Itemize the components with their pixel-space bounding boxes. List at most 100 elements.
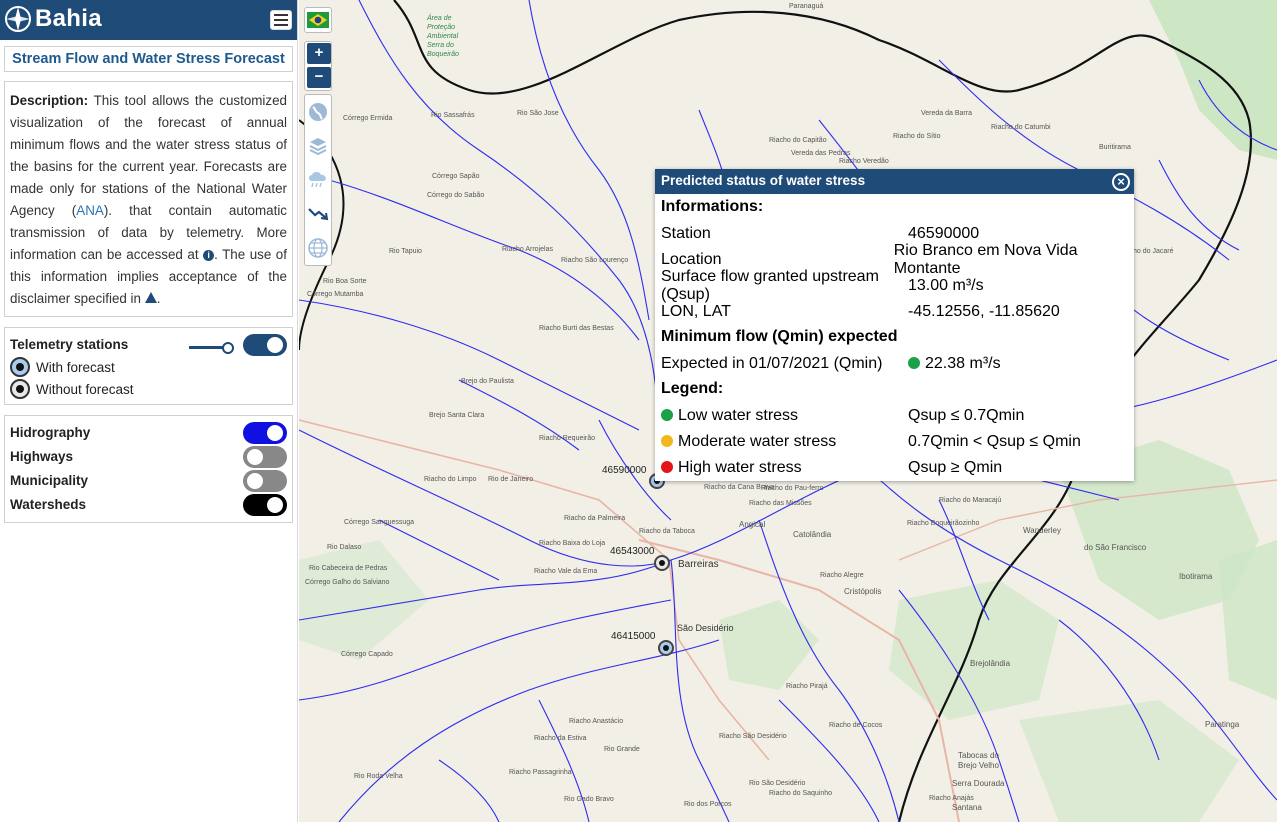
close-icon[interactable]: ×: [1112, 173, 1130, 191]
with-forecast-label: With forecast: [36, 359, 115, 375]
station-marker-forecast[interactable]: [658, 640, 674, 656]
row-key: Location: [661, 251, 722, 268]
layer-label-highways: Highways: [10, 449, 74, 464]
telemetry-toggle[interactable]: [243, 334, 287, 356]
place-label: Riacho do Capitão: [769, 137, 827, 144]
trend-icon[interactable]: [305, 197, 331, 231]
place-label: Riacho Vale da Ema: [534, 568, 598, 575]
place-label: Catolândia: [793, 530, 832, 539]
popup-row-lonlat: LON, LAT -45.12556, -11.85620: [661, 302, 1060, 322]
globe-icon[interactable]: [305, 95, 331, 129]
row-key: LON, LAT: [661, 303, 731, 320]
layers-icon[interactable]: [305, 129, 331, 163]
row-key: Surface flow granted upstream (Qsup): [661, 268, 879, 303]
forecast-station-icon: [10, 357, 30, 377]
row-value: Rio Branco em Nova Vida Montante: [893, 242, 1078, 277]
yellow-dot-icon: [661, 435, 673, 447]
place-label: Riacho Pirajá: [786, 683, 828, 690]
place-label: Brejo do Paulista: [461, 378, 514, 385]
place-label: Riacho São Desidério: [719, 733, 787, 740]
place-label: Rio Sassafrás: [431, 112, 475, 119]
place-label: Riacho do Catumbi: [991, 124, 1051, 131]
water-stress-popup: Predicted status of water stress × Infor…: [655, 169, 1134, 481]
hidrography-toggle[interactable]: [243, 422, 287, 444]
row-value: 13.00 m³/s: [908, 277, 984, 294]
place-label: Rio de Janeiro: [488, 476, 534, 483]
brazil-flag-button[interactable]: [304, 7, 332, 33]
popup-title: Predicted status of water stress: [661, 173, 866, 188]
place-label: Paratinga: [1205, 720, 1240, 729]
place-label: Córrego Mutamba: [307, 291, 364, 298]
watersheds-toggle[interactable]: [243, 494, 287, 516]
place-label: Riacho de Cocos: [829, 722, 883, 729]
place-label: Angical: [739, 520, 766, 529]
legend-rule: Qsup ≤ 0.7Qmin: [908, 407, 1025, 424]
place-label: Riacho São Lourenço: [561, 257, 629, 264]
row-value: -45.12556, -11.85620: [908, 303, 1060, 320]
description-text-4: .: [156, 291, 161, 306]
sidebar: Bahia Stream Flow and Water Stress Forec…: [0, 0, 298, 822]
slider-handle[interactable]: [222, 342, 234, 354]
place-label: Santana: [952, 803, 982, 812]
legend-label: Moderate water stress: [678, 433, 837, 450]
place-label: Riacho Alegre: [820, 572, 864, 579]
place-label: Paranaguá: [789, 3, 824, 10]
expected-label: Expected in 01/07/2021 (Qmin): [661, 355, 883, 372]
legend-rule: 0.7Qmin < Qsup ≤ Qmin: [908, 433, 1081, 450]
station-code-label: 46590000: [602, 465, 647, 476]
legend-with-forecast: With forecast: [10, 357, 115, 377]
ana-link[interactable]: ANA: [76, 203, 104, 218]
place-label: Brejolândia: [970, 659, 1011, 668]
place-label: Córrego Sanguessuga: [344, 519, 415, 526]
place-label: Rio Cabeceira de Pedras: [309, 565, 388, 572]
place-label: Córrego do Sabão: [427, 192, 485, 199]
place-label: Riacho Anajás: [929, 795, 974, 802]
place-label: Riacho do Limpo: [424, 476, 477, 483]
municipality-toggle[interactable]: [243, 470, 287, 492]
place-label: Riacho da Estiva: [534, 735, 587, 742]
place-label: Rio São Desidério: [749, 780, 806, 787]
layer-label-municipality: Municipality: [10, 473, 89, 488]
brazil-flag-icon: [307, 12, 329, 28]
place-label: Córrego Sapão: [432, 173, 480, 180]
popup-row-station: Station 46590000: [661, 224, 979, 244]
bahia-logo[interactable]: Bahia: [4, 5, 102, 33]
place-label: Barreiras: [678, 559, 719, 570]
map-tools: [304, 94, 332, 266]
popup-header: Predicted status of water stress ×: [655, 169, 1134, 194]
place-label: Área de Proteção Ambiental Serra do Boqu…: [427, 15, 459, 58]
place-label: Riacho das Missões: [749, 500, 812, 507]
place-label: Rio Roda Velha: [354, 773, 403, 780]
legend-heading: Legend:: [661, 380, 724, 397]
layers-panel: Hidrography Highways Municipality Waters…: [4, 415, 293, 523]
place-label: São Desidério: [677, 623, 734, 633]
place-label: Córrego Galho do Salviano: [305, 579, 390, 586]
place-label: Buritirama: [1099, 144, 1131, 151]
place-label: Cristópolis: [844, 587, 882, 596]
world-icon[interactable]: [305, 231, 331, 265]
place-label: Riacho Requeirão: [539, 435, 596, 442]
opacity-slider[interactable]: [189, 342, 235, 354]
place-label: Rio São Jose: [517, 110, 559, 117]
telemetry-panel: Telemetry stations With forecast Without…: [4, 327, 293, 405]
status-green-dot-icon: [908, 357, 920, 369]
place-label: Rio Gado Bravo: [564, 796, 614, 803]
zoom-control: + −: [304, 41, 332, 91]
station-marker-no-forecast[interactable]: [654, 555, 670, 571]
popup-row-expected: Expected in 01/07/2021 (Qmin) 22.38 m³/s: [661, 354, 1001, 374]
zoom-in-button[interactable]: +: [307, 43, 331, 64]
telemetry-title: Telemetry stations: [10, 337, 129, 352]
place-label: Rio Tapuio: [389, 248, 422, 255]
popup-row-qsup: Surface flow granted upstream (Qsup) 13.0…: [661, 268, 984, 303]
description-text-1: This tool allows the customized visualiz…: [10, 93, 287, 218]
highways-toggle[interactable]: [243, 446, 287, 468]
top-bar: Bahia: [0, 0, 297, 40]
hamburger-menu-icon[interactable]: [270, 10, 292, 30]
informations-heading: Informations:: [661, 198, 764, 215]
info-icon[interactable]: i: [203, 250, 215, 261]
place-label: Rio Grande: [604, 746, 640, 753]
rain-cloud-icon[interactable]: [305, 163, 331, 197]
zoom-out-button[interactable]: −: [307, 67, 331, 88]
warning-icon[interactable]: [144, 292, 157, 303]
page-title: Stream Flow and Water Stress Forecast: [12, 51, 285, 67]
